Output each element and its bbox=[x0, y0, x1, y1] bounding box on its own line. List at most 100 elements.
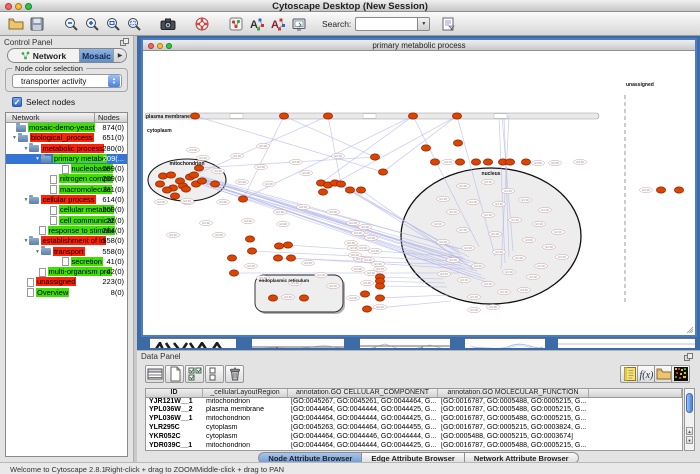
table-row[interactable]: YLR295Ccytoplasm[GO:0045263, GO:0044464,… bbox=[146, 424, 682, 433]
zoom-fit-icon[interactable] bbox=[123, 14, 144, 34]
network-node[interactable] bbox=[227, 255, 236, 261]
network-node[interactable] bbox=[455, 159, 464, 165]
network-node[interactable] bbox=[674, 187, 683, 193]
network-node[interactable] bbox=[166, 172, 175, 178]
expand-triangle-icon[interactable]: ▼ bbox=[12, 133, 17, 143]
network-node[interactable] bbox=[505, 159, 514, 165]
tree-row[interactable]: ▼cellular process614(0) bbox=[6, 195, 127, 205]
network-node[interactable] bbox=[521, 159, 530, 165]
network-node[interactable] bbox=[362, 306, 371, 312]
scroll-up-icon[interactable]: ▲ bbox=[686, 427, 693, 435]
table-row[interactable]: YDR039C__1mitochondrion[GO:0044464, GO:0… bbox=[146, 442, 682, 451]
zoom-out-icon[interactable] bbox=[60, 14, 81, 34]
network-node[interactable] bbox=[299, 295, 308, 301]
network-node[interactable] bbox=[336, 181, 345, 187]
tree-row[interactable]: multi-organism pro42(0) bbox=[6, 267, 127, 277]
background-window-strip[interactable] bbox=[252, 338, 344, 348]
network-node[interactable] bbox=[238, 196, 247, 202]
background-window-strip[interactable] bbox=[465, 338, 545, 348]
vizmapper-red-icon[interactable]: A bbox=[267, 14, 288, 34]
background-window-strip[interactable] bbox=[360, 338, 450, 348]
tree-row[interactable]: Overview8(0) bbox=[6, 288, 127, 298]
expand-triangle-icon[interactable]: ▼ bbox=[24, 236, 29, 246]
network-node[interactable] bbox=[181, 186, 190, 192]
tab-mosaic[interactable]: Mosaic bbox=[80, 49, 114, 62]
vizmapper-blue-icon[interactable]: A bbox=[246, 14, 267, 34]
tree-row[interactable]: ▼metabolic process280(0) bbox=[6, 144, 127, 154]
scroll-down-icon[interactable]: ▼ bbox=[686, 436, 693, 444]
tree-row[interactable]: ▼primary metabo209(... bbox=[6, 154, 127, 164]
search-options-icon[interactable] bbox=[437, 14, 458, 34]
tree-row[interactable]: ▼establishment of lo558(0) bbox=[6, 236, 127, 246]
tree-row[interactable]: cell communicat22(0) bbox=[6, 216, 127, 226]
column-header[interactable]: annotation.GO CELLULAR_COMPONENT bbox=[288, 389, 438, 397]
tab-network[interactable]: Network bbox=[8, 49, 80, 62]
expand-triangle-icon[interactable]: ▼ bbox=[35, 154, 40, 164]
delete-attribute-icon[interactable] bbox=[225, 365, 244, 383]
network-node[interactable] bbox=[279, 113, 288, 119]
network-node[interactable] bbox=[245, 236, 254, 242]
help-lifebuoy-icon[interactable] bbox=[191, 14, 212, 34]
expand-triangle-icon[interactable]: ▼ bbox=[24, 195, 29, 205]
column-header[interactable]: ID bbox=[146, 389, 203, 397]
network-node[interactable] bbox=[378, 169, 387, 175]
float-panel-icon[interactable] bbox=[120, 38, 129, 46]
network-node[interactable] bbox=[453, 140, 462, 146]
tree-row[interactable]: unassigned223(0) bbox=[6, 277, 127, 287]
network-node[interactable] bbox=[162, 187, 171, 193]
tree-row[interactable]: macromolecule311(0) bbox=[6, 185, 127, 195]
tree-row[interactable]: nucleobase-209(0) bbox=[6, 164, 127, 174]
attribute-table-header[interactable]: ID_cellularLayoutRegionannotation.GO CEL… bbox=[146, 389, 682, 398]
network-window-titlebar[interactable]: primary metabolic process bbox=[143, 40, 695, 51]
tree-row[interactable]: nitrogen compo209(0) bbox=[6, 174, 127, 184]
tree-row[interactable]: mosaic-demo-yeast874(0) bbox=[6, 123, 127, 133]
tree-row[interactable]: response to stimulu264(0) bbox=[6, 226, 127, 236]
network-node[interactable] bbox=[155, 181, 164, 187]
tree-row[interactable]: ▼biological_process651(0) bbox=[6, 133, 127, 143]
network-node[interactable] bbox=[375, 295, 384, 301]
table-row[interactable]: YPL036W__1mitochondrion[GO:0044464, GO:0… bbox=[146, 415, 682, 424]
network-node[interactable] bbox=[273, 255, 282, 261]
new-attribute-icon[interactable] bbox=[165, 365, 184, 383]
canvas-resize-grip[interactable] bbox=[687, 327, 693, 333]
network-node[interactable] bbox=[268, 295, 277, 301]
background-window-strip[interactable] bbox=[150, 338, 236, 348]
matrix-icon[interactable] bbox=[671, 365, 690, 383]
network-node[interactable] bbox=[471, 159, 480, 165]
camera-icon[interactable] bbox=[157, 14, 178, 34]
tree-row[interactable]: cellular metabol209(0) bbox=[6, 205, 127, 215]
network-node[interactable] bbox=[375, 283, 384, 289]
column-header[interactable]: annotation.GO MOLECULAR_FUNCTION bbox=[438, 389, 589, 397]
select-attributes-icon[interactable] bbox=[185, 365, 204, 383]
search-combobox[interactable]: ▼ bbox=[355, 17, 430, 31]
tab-overflow-arrow[interactable]: ▶ bbox=[114, 49, 126, 62]
network-node[interactable] bbox=[247, 248, 256, 254]
network-node[interactable] bbox=[323, 113, 332, 119]
tree-row[interactable]: ▼transport558(0) bbox=[6, 247, 127, 257]
network-node[interactable] bbox=[421, 145, 430, 151]
table-row[interactable]: YJR121W__1mitochondrion[GO:0045267, GO:0… bbox=[146, 398, 682, 407]
network-node[interactable] bbox=[656, 187, 665, 193]
background-window-strip[interactable] bbox=[558, 338, 695, 348]
network-icon[interactable] bbox=[225, 14, 246, 34]
network-node[interactable] bbox=[370, 154, 379, 160]
attribute-table-icon[interactable] bbox=[145, 365, 164, 383]
network-node[interactable] bbox=[210, 181, 219, 187]
zoom-selected-icon[interactable] bbox=[102, 14, 123, 34]
network-node[interactable] bbox=[189, 172, 198, 178]
network-view-window[interactable]: primary metabolic process GO:00GO:00GO:0… bbox=[141, 38, 697, 337]
select-nodes-checkbox[interactable]: ✓ bbox=[12, 97, 22, 107]
manager-icon[interactable] bbox=[288, 14, 309, 34]
network-node[interactable] bbox=[190, 113, 199, 119]
network-node[interactable] bbox=[318, 189, 327, 195]
search-dropdown-arrow-icon[interactable]: ▼ bbox=[417, 17, 430, 31]
expand-triangle-icon[interactable]: ▼ bbox=[24, 144, 29, 154]
network-node[interactable] bbox=[356, 187, 365, 193]
open-folder-icon[interactable] bbox=[5, 14, 26, 34]
table-row[interactable]: YPL036W__2plasma membrane[GO:0044464, GO… bbox=[146, 406, 682, 415]
network-node[interactable] bbox=[430, 159, 439, 165]
node-color-dropdown[interactable]: transporter activity ▲▼ bbox=[12, 74, 122, 88]
network-node[interactable] bbox=[197, 178, 206, 184]
network-node[interactable] bbox=[229, 270, 238, 276]
table-scrollbar[interactable]: ▲ ▼ bbox=[684, 388, 695, 451]
